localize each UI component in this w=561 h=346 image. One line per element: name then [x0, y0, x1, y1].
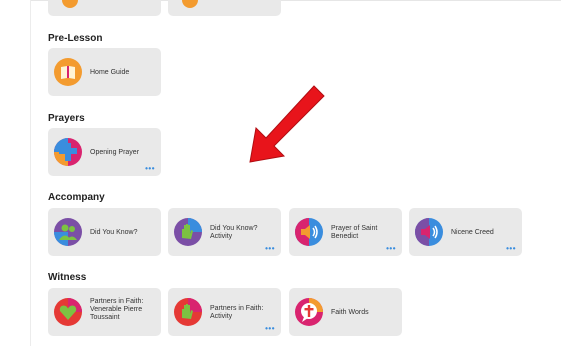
speaker-icon: [415, 218, 443, 246]
book-icon: [54, 58, 82, 86]
more-options-icon[interactable]: •••: [145, 165, 155, 173]
card-partners-in-faith-activity[interactable]: Partners in Faith: Activity •••: [168, 288, 281, 336]
more-options-icon[interactable]: •••: [265, 245, 275, 253]
card-partners-in-faith-toussaint[interactable]: Partners in Faith: Venerable Pierre Tous…: [48, 288, 161, 336]
cross-icon: [54, 138, 82, 166]
more-options-icon[interactable]: •••: [506, 245, 516, 253]
card-home-guide[interactable]: Home Guide: [48, 48, 161, 96]
card-nicene-creed[interactable]: Nicene Creed •••: [409, 208, 522, 256]
more-options-icon[interactable]: •••: [386, 245, 396, 253]
card-partial-1[interactable]: [48, 0, 161, 16]
card-faith-words[interactable]: Faith Words: [289, 288, 402, 336]
card-label: Nicene Creed: [451, 229, 494, 236]
card-label: Opening Prayer: [90, 149, 140, 156]
people-icon: [54, 218, 82, 246]
more-options-icon[interactable]: •••: [265, 325, 275, 333]
partial-icon: [62, 0, 78, 8]
heart-icon: [54, 298, 82, 326]
card-partial-2[interactable]: [168, 0, 281, 16]
hand-icon: [174, 298, 202, 326]
speaker-icon: [295, 218, 323, 246]
card-label: Did You Know? Activity: [210, 225, 258, 240]
card-prayer-of-saint-benedict[interactable]: Prayer of Saint Benedict •••: [289, 208, 402, 256]
section-title-prayers: Prayers: [48, 113, 85, 124]
card-label: Faith Words: [331, 309, 369, 316]
left-divider: [30, 0, 31, 346]
red-arrow-icon: [249, 85, 325, 163]
card-label: Did You Know?: [90, 229, 138, 236]
section-title-witness: Witness: [48, 272, 87, 283]
lesson-page: Pre-Lesson Home Guide Prayers Opening Pr…: [0, 0, 561, 346]
cross-speech-icon: [295, 298, 323, 326]
card-label: Partners in Faith: Activity: [210, 305, 264, 320]
section-title-pre-lesson: Pre-Lesson: [48, 33, 103, 44]
card-label: Home Guide: [90, 69, 130, 76]
hand-icon: [174, 218, 202, 246]
card-did-you-know[interactable]: Did You Know?: [48, 208, 161, 256]
card-did-you-know-activity[interactable]: Did You Know? Activity •••: [168, 208, 281, 256]
partial-icon: [182, 0, 198, 8]
card-label: Partners in Faith: Venerable Pierre Tous…: [90, 298, 144, 321]
card-opening-prayer[interactable]: Opening Prayer •••: [48, 128, 161, 176]
card-label: Prayer of Saint Benedict: [331, 225, 378, 240]
section-title-accompany: Accompany: [48, 192, 105, 203]
